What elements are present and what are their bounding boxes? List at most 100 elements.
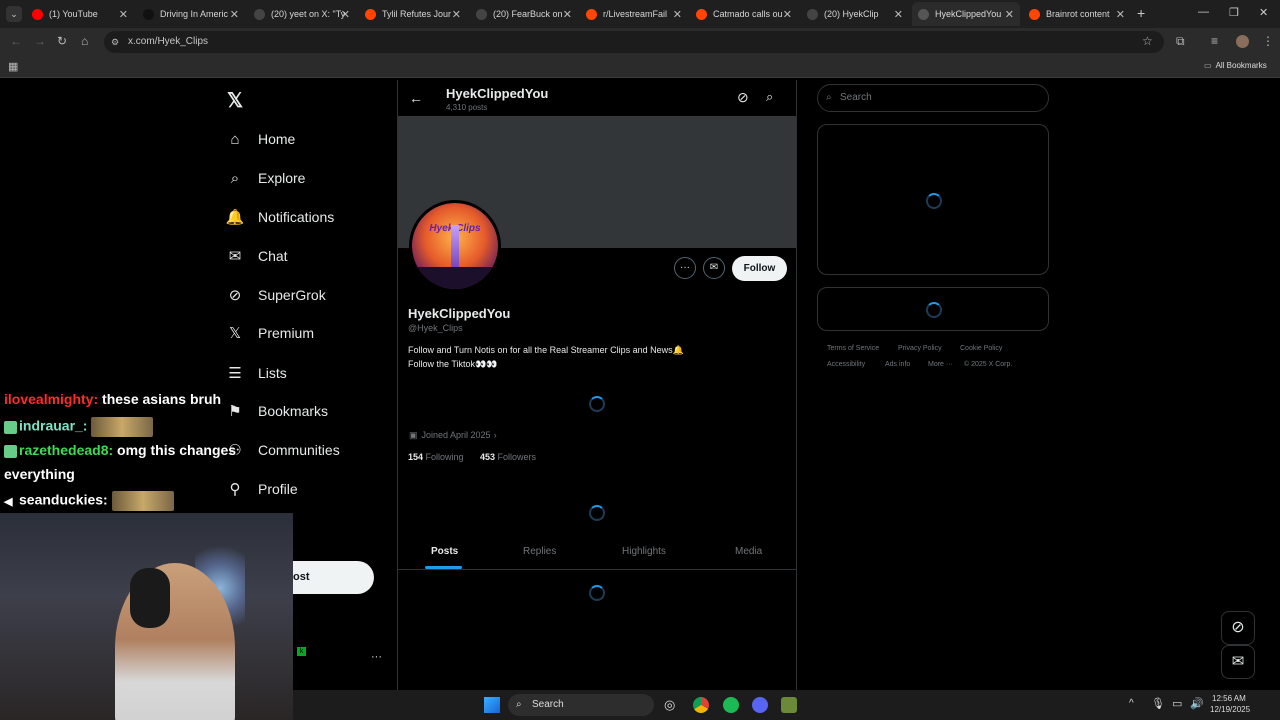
windows-start-icon[interactable]	[484, 697, 500, 713]
extensions-icon[interactable]: ⧉	[1176, 34, 1185, 49]
profile-avatar-image[interactable]: Hyek Clips	[409, 200, 501, 292]
forward-icon[interactable]: →	[34, 34, 46, 48]
tray-chevron-icon[interactable]: ^	[1129, 698, 1134, 709]
footer-link[interactable]: Ads info	[885, 361, 910, 368]
post-button[interactable]: ost	[293, 561, 374, 594]
back-icon[interactable]: ←	[10, 34, 22, 48]
tab-close-icon[interactable]: ✕	[341, 8, 350, 21]
address-bar[interactable]: ⚙ x.com/Hyek_Clips	[104, 31, 1164, 53]
tab-favicon-icon	[696, 8, 707, 20]
tab-search-dropdown[interactable]: ⌄	[6, 6, 22, 22]
tab-close-icon[interactable]: ✕	[1005, 8, 1014, 21]
followers-link[interactable]: 453 Followers	[480, 452, 536, 462]
reload-icon[interactable]: ↻	[57, 34, 67, 48]
profile-avatar[interactable]	[1236, 35, 1249, 48]
nav-item-explore[interactable]: ⌕ Explore	[226, 169, 306, 187]
tab-close-icon[interactable]: ✕	[452, 8, 461, 21]
browser-tab[interactable]: (20) HyekClip ✕	[801, 2, 909, 26]
tab-replies[interactable]: Replies	[523, 546, 556, 557]
clock-time[interactable]: 12:56 AM	[1212, 694, 1246, 703]
footer-link[interactable]: Privacy Policy	[898, 345, 942, 352]
chat-username: seanduckies:	[19, 491, 108, 508]
browser-tab[interactable]: (1) YouTube ✕	[26, 2, 134, 26]
loading-spinner	[589, 505, 605, 521]
more-options-button[interactable]: ···	[674, 257, 696, 279]
browser-menu-icon[interactable]: ⋮	[1262, 34, 1274, 48]
minimize-button[interactable]: —	[1198, 6, 1209, 18]
account-more-icon[interactable]: ···	[371, 651, 382, 663]
media-controls-icon[interactable]: ≡	[1211, 34, 1218, 48]
active-tab-indicator	[425, 566, 462, 569]
profile-tab-bar: Posts Replies Highlights Media	[398, 535, 796, 570]
search-input[interactable]: ⌕ Search	[817, 84, 1049, 112]
footer-link[interactable]: Cookie Policy	[960, 345, 1002, 352]
tab-media[interactable]: Media	[735, 546, 762, 557]
person-icon: ⚲	[229, 481, 241, 498]
tab-favicon-icon	[807, 8, 818, 20]
follow-button[interactable]: Follow	[732, 256, 787, 281]
tab-close-icon[interactable]: ✕	[119, 8, 128, 21]
browser-toolbar: ← → ↻ ⌂ ⚙ x.com/Hyek_Clips ☆ ⧉ ≡ ⋮	[0, 28, 1280, 56]
footer-link[interactable]: Terms of Service	[827, 345, 879, 352]
nav-item-supergrok[interactable]: ⊘ SuperGrok	[226, 286, 326, 304]
nav-item-premium[interactable]: 𝕏 Premium	[226, 324, 314, 342]
browser-tab[interactable]: r/LivestreamFail ✕	[580, 2, 688, 26]
discord-icon[interactable]	[752, 697, 768, 713]
messages-float-button[interactable]: ✉	[1221, 645, 1255, 679]
nav-item-profile[interactable]: ⚲ Profile	[226, 480, 298, 498]
network-icon[interactable]: ▭	[1172, 697, 1182, 710]
nav-item-chat[interactable]: ✉ Chat	[226, 247, 288, 265]
spotify-icon[interactable]	[723, 697, 739, 713]
tab-highlights[interactable]: Highlights	[622, 546, 666, 557]
grok-float-button[interactable]: ⊘	[1221, 611, 1255, 645]
message-button[interactable]: ✉	[703, 257, 725, 279]
tab-close-icon[interactable]: ✕	[673, 8, 682, 21]
nav-item-home[interactable]: ⌂ Home	[226, 130, 295, 148]
browser-tab[interactable]: Tylil Refutes Jour ✕	[359, 2, 467, 26]
task-view-icon[interactable]: ◎	[664, 697, 675, 713]
browser-tab[interactable]: HyekClippedYou ✕	[912, 2, 1020, 26]
close-window-button[interactable]: ✕	[1259, 6, 1268, 19]
restore-button[interactable]: ❐	[1229, 6, 1239, 19]
microphone-icon[interactable]: 🎙	[1151, 697, 1165, 710]
footer-link[interactable]: More ···	[928, 361, 953, 368]
taskbar-search[interactable]: ⌕ Search	[508, 694, 654, 716]
browser-tab[interactable]: Brainrot content ✕	[1023, 2, 1131, 26]
volume-icon[interactable]: 🔊	[1190, 697, 1204, 710]
tab-close-icon[interactable]: ✕	[783, 8, 792, 21]
new-tab-button[interactable]: +	[1137, 5, 1145, 21]
clock-date[interactable]: 12/19/2025	[1210, 705, 1250, 714]
browser-tab[interactable]: Driving In Americ ✕	[137, 2, 245, 26]
tab-title: (20) yeet on X: "Ty	[271, 9, 346, 19]
nav-item-notifications[interactable]: 🔔 Notifications	[226, 208, 335, 226]
nav-item-lists[interactable]: ☰ Lists	[226, 364, 287, 382]
nav-item-bookmarks[interactable]: ⚑ Bookmarks	[226, 402, 328, 420]
nav-item-communities[interactable]: ⚇ Communities	[226, 441, 339, 459]
all-bookmarks-folder[interactable]: ▭ All Bookmarks	[1204, 61, 1267, 70]
bookmark-star-icon[interactable]: ☆	[1142, 34, 1153, 48]
search-placeholder: Search	[840, 92, 872, 103]
tab-title: Tylil Refutes Jour	[382, 9, 452, 19]
chrome-icon[interactable]	[693, 697, 709, 713]
tab-posts[interactable]: Posts	[431, 546, 458, 557]
tab-favicon-icon	[586, 8, 597, 20]
tab-close-icon[interactable]: ✕	[894, 8, 903, 21]
footer-link[interactable]: Accessibility	[827, 361, 865, 368]
grok-icon[interactable]: ⊘	[737, 89, 749, 106]
chevron-right-icon: ›	[493, 430, 497, 440]
tab-close-icon[interactable]: ✕	[230, 8, 239, 21]
browser-tab[interactable]: (20) yeet on X: "Ty ✕	[248, 2, 356, 26]
tab-close-icon[interactable]: ✕	[1116, 8, 1125, 21]
site-info-icon[interactable]: ⚙	[111, 31, 119, 53]
home-page-icon[interactable]: ⌂	[81, 34, 88, 48]
browser-tab[interactable]: (20) FearBuck on ✕	[470, 2, 578, 26]
back-arrow-icon[interactable]: ←	[409, 90, 423, 106]
search-icon[interactable]: ⌕	[766, 89, 773, 105]
browser-tab[interactable]: Catmado calls ou ✕	[690, 2, 798, 26]
game-app-icon[interactable]	[781, 697, 797, 713]
following-link[interactable]: 154 Following	[408, 452, 464, 462]
apps-grid-icon[interactable]: ▦	[8, 60, 18, 73]
tab-close-icon[interactable]: ✕	[563, 8, 572, 21]
x-logo-icon[interactable]: 𝕏	[227, 88, 243, 113]
tab-favicon-icon	[32, 8, 43, 20]
